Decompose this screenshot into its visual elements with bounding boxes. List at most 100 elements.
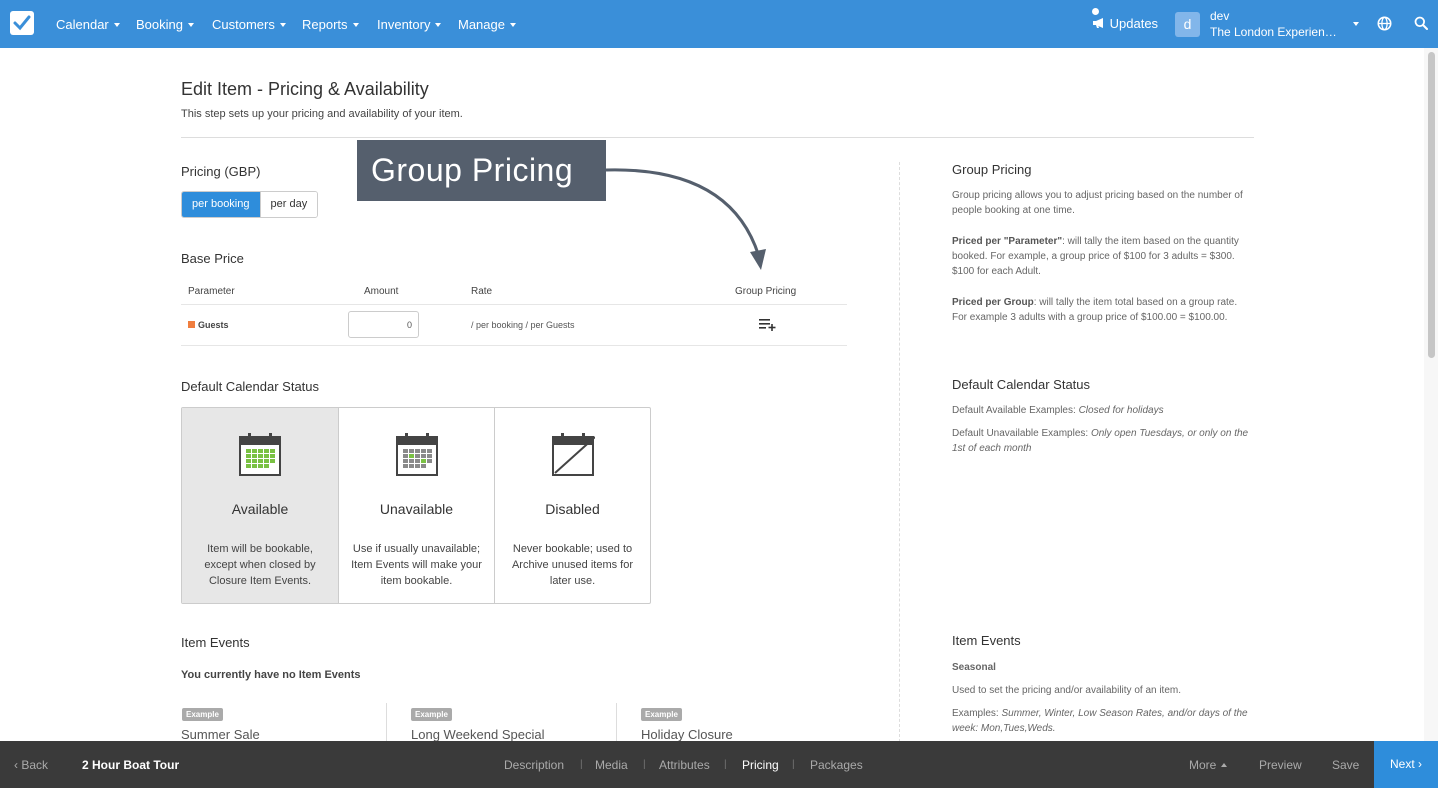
status-card-description: Use if usually unavailable; Item Events … — [351, 543, 482, 587]
chevron-down-icon — [187, 23, 194, 27]
help-item-events-examples: Examples: Summer, Winter, Low Season Rat… — [952, 708, 1248, 734]
more-button[interactable]: More — [1189, 758, 1228, 772]
avatar[interactable]: d — [1175, 12, 1200, 37]
pricing-heading: Pricing (GBP) — [181, 164, 261, 179]
calendar-available-icon — [239, 433, 281, 476]
help-available-examples: Default Available Examples: Closed for h… — [952, 405, 1164, 416]
help-seasonal-subheading: Seasonal — [952, 662, 996, 673]
step-attributes[interactable]: Attributes — [659, 758, 710, 772]
chevron-down-icon — [352, 23, 359, 27]
nav-reports[interactable]: Reports — [302, 17, 359, 32]
calendar-disabled-icon — [552, 433, 595, 476]
step-separator: | — [724, 759, 727, 770]
caret-up-icon — [1221, 763, 1228, 767]
chevron-down-icon — [113, 23, 120, 27]
rate-text: / per booking / per Guests — [471, 320, 575, 330]
step-pricing-active[interactable]: Pricing — [742, 758, 779, 772]
status-card-title: Disabled — [545, 501, 600, 517]
status-card-unavailable[interactable]: Unavailable Use if usually unavailable; … — [338, 408, 494, 603]
nav-customers[interactable]: Customers — [212, 17, 286, 32]
example-badge: Example — [411, 708, 452, 721]
nav-booking[interactable]: Booking — [136, 17, 194, 32]
calendar-unavailable-icon — [396, 433, 438, 476]
example-divider — [616, 703, 617, 743]
help-group-pricing-intro: Group pricing allows you to adjust prici… — [952, 190, 1243, 216]
group-pricing-callout: Group Pricing — [357, 140, 606, 201]
status-card-disabled[interactable]: Disabled Never bookable; used to Archive… — [494, 408, 650, 603]
status-card-title: Unavailable — [379, 501, 454, 517]
table-header-divider — [181, 304, 847, 305]
example-event-title[interactable]: Holiday Closure — [641, 727, 733, 742]
pricing-mode-toggle: per booking per day — [181, 191, 319, 218]
help-group-pricing-heading: Group Pricing — [952, 162, 1032, 177]
next-button[interactable]: Next › — [1374, 741, 1438, 788]
page-subtitle: This step sets up your pricing and avail… — [181, 108, 463, 120]
megaphone-icon — [1093, 18, 1103, 28]
user-menu-chevron-down-icon[interactable] — [1353, 22, 1359, 26]
item-title: 2 Hour Boat Tour — [82, 758, 180, 772]
add-group-pricing-icon[interactable] — [759, 318, 777, 332]
updates-label: Updates — [1109, 16, 1159, 31]
chevron-down-icon — [509, 23, 516, 27]
help-calendar-status-heading: Default Calendar Status — [952, 377, 1091, 392]
updates-button[interactable]: Updates — [1092, 8, 1159, 31]
per-booking-button[interactable]: per booking — [182, 192, 260, 217]
column-header-rate: Rate — [471, 286, 493, 297]
column-header-group-pricing: Group Pricing — [735, 286, 797, 297]
amount-input[interactable] — [348, 311, 419, 338]
help-unavailable-examples: Default Unavailable Examples: Only open … — [952, 428, 1249, 454]
column-header-amount: Amount — [364, 286, 399, 297]
callout-arrow-icon — [605, 168, 766, 270]
example-event-title[interactable]: Summer Sale — [181, 727, 260, 742]
status-card-title: Available — [231, 501, 289, 517]
help-priced-per-parameter: Priced per "Parameter": will tally the i… — [952, 236, 1239, 277]
save-button[interactable]: Save — [1332, 758, 1359, 772]
app-logo-checkbox-icon[interactable] — [10, 11, 34, 35]
user-company[interactable]: The London Experience Co. — [1210, 25, 1342, 39]
search-icon[interactable] — [1414, 16, 1428, 30]
example-badge: Example — [641, 708, 682, 721]
step-separator: | — [643, 759, 646, 770]
header-divider — [181, 137, 1254, 138]
nav-manage[interactable]: Manage — [458, 17, 516, 32]
calendar-status-options: Available Item will be bookable, except … — [181, 407, 651, 604]
nav-inventory[interactable]: Inventory — [377, 17, 442, 32]
nav-calendar[interactable]: Calendar — [56, 17, 120, 32]
scrollbar-thumb[interactable] — [1428, 52, 1435, 358]
step-separator: | — [580, 759, 583, 770]
page-title: Edit Item - Pricing & Availability — [181, 79, 429, 99]
parameter-color-swatch — [188, 321, 195, 328]
bottom-toolbar: ‹ Back 2 Hour Boat Tour Description | Me… — [0, 741, 1438, 788]
status-card-description: Never bookable; used to Archive unused i… — [511, 543, 634, 587]
column-divider — [899, 162, 900, 742]
step-separator: | — [792, 759, 795, 770]
user-name[interactable]: dev — [1210, 9, 1229, 23]
chevron-down-icon — [435, 23, 442, 27]
calendar-status-heading: Default Calendar Status — [181, 379, 320, 394]
table-row-divider — [181, 345, 847, 346]
chevron-down-icon — [279, 23, 286, 27]
status-card-available[interactable]: Available Item will be bookable, except … — [182, 408, 338, 603]
parameter-guests-label: Guests — [198, 320, 229, 330]
help-item-events-desc: Used to set the pricing and/or availabil… — [952, 685, 1182, 696]
example-badge: Example — [182, 708, 223, 721]
help-priced-per-group: Priced per Group: will tally the item to… — [952, 297, 1238, 323]
example-event-title[interactable]: Long Weekend Special — [411, 727, 544, 742]
help-item-events-heading: Item Events — [952, 633, 1021, 648]
chevron-right-icon: › — [1414, 757, 1423, 771]
top-navbar: Calendar Booking Customers Reports Inven… — [0, 0, 1438, 48]
item-events-heading: Item Events — [181, 635, 250, 650]
preview-button[interactable]: Preview — [1259, 758, 1302, 772]
step-description[interactable]: Description — [504, 758, 564, 772]
no-item-events-text: You currently have no Item Events — [181, 669, 361, 681]
per-day-button[interactable]: per day — [259, 192, 318, 217]
base-price-heading: Base Price — [181, 251, 244, 266]
example-divider — [386, 703, 387, 743]
status-card-description: Item will be bookable, except when close… — [204, 543, 316, 587]
step-packages[interactable]: Packages — [810, 758, 863, 772]
step-media[interactable]: Media — [595, 758, 628, 772]
back-button[interactable]: ‹ Back — [14, 758, 48, 772]
globe-icon[interactable] — [1377, 16, 1392, 31]
notification-dot — [1092, 8, 1099, 15]
column-header-parameter: Parameter — [188, 286, 235, 297]
